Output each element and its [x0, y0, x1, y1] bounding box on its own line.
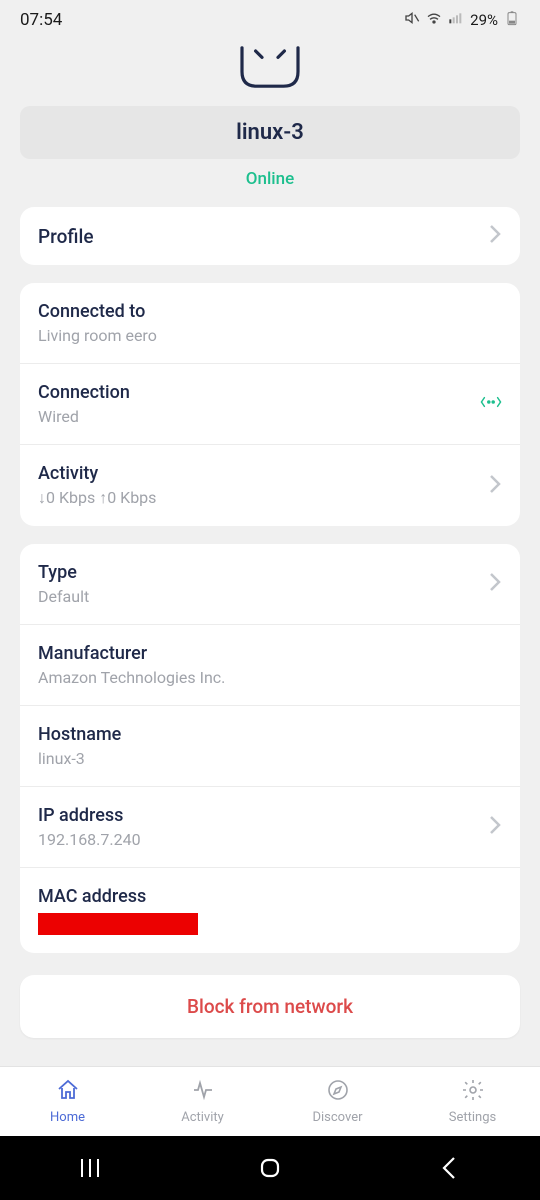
activity-row[interactable]: Activity ↓0 Kbps ↑0 Kbps [20, 445, 520, 526]
home-icon [55, 1078, 81, 1106]
battery-icon [504, 10, 520, 30]
device-avatar-icon [20, 42, 520, 92]
connection-label: Connection [38, 382, 480, 403]
manufacturer-row: Manufacturer Amazon Technologies Inc. [20, 625, 520, 706]
chevron-right-icon [488, 572, 502, 596]
type-value: Default [38, 587, 488, 606]
android-nav-bar [0, 1136, 540, 1200]
hostname-value: linux-3 [38, 749, 502, 768]
hostname-label: Hostname [38, 724, 502, 745]
battery-text: 29% [470, 11, 498, 29]
chevron-right-icon [488, 474, 502, 498]
activity-value: ↓0 Kbps ↑0 Kbps [38, 488, 488, 508]
nav-discover-label: Discover [312, 1110, 362, 1125]
connection-row: Connection Wired [20, 364, 520, 445]
connected-to-label: Connected to [38, 301, 502, 322]
profile-label: Profile [38, 225, 488, 248]
ip-value: 192.168.7.240 [38, 830, 488, 849]
profile-card: Profile [20, 207, 520, 265]
connection-value: Wired [38, 407, 480, 426]
details-card: Type Default Manufacturer Amazon Technol… [20, 544, 520, 953]
status-indicators: 29% [404, 10, 520, 30]
chevron-right-icon [488, 815, 502, 839]
type-label: Type [38, 562, 488, 583]
ip-row[interactable]: IP address 192.168.7.240 [20, 787, 520, 868]
connection-card: Connected to Living room eero Connection… [20, 283, 520, 526]
mac-value-redacted [38, 913, 198, 935]
hostname-row: Hostname linux-3 [20, 706, 520, 787]
settings-icon [460, 1078, 486, 1106]
nav-discover[interactable]: Discover [270, 1067, 405, 1136]
chevron-right-icon [488, 224, 502, 248]
type-row[interactable]: Type Default [20, 544, 520, 625]
profile-row[interactable]: Profile [20, 207, 520, 265]
block-from-network-button[interactable]: Block from network [20, 975, 520, 1038]
ip-label: IP address [38, 805, 488, 826]
mac-label: MAC address [38, 886, 502, 907]
manufacturer-label: Manufacturer [38, 643, 502, 664]
nav-settings[interactable]: Settings [405, 1067, 540, 1136]
signal-icon [448, 10, 464, 30]
discover-icon [325, 1078, 351, 1106]
wired-connection-icon [480, 394, 502, 414]
nav-activity[interactable]: Activity [135, 1067, 270, 1136]
android-recents-button[interactable] [50, 1154, 130, 1182]
nav-home-label: Home [50, 1110, 85, 1125]
connected-to-row: Connected to Living room eero [20, 283, 520, 364]
android-home-button[interactable] [230, 1154, 310, 1182]
status-bar: 07:54 29% [0, 0, 540, 36]
mac-row: MAC address [20, 868, 520, 953]
wifi-icon [426, 10, 442, 30]
activity-label: Activity [38, 463, 488, 484]
activity-icon [190, 1078, 216, 1106]
android-back-button[interactable] [410, 1154, 490, 1182]
nav-settings-label: Settings [449, 1110, 496, 1125]
status-time: 07:54 [20, 10, 62, 30]
connected-to-value: Living room eero [38, 326, 502, 345]
mute-icon [404, 10, 420, 30]
device-status: Online [20, 169, 520, 189]
bottom-nav: Home Activity Discover Settings [0, 1066, 540, 1136]
nav-activity-label: Activity [181, 1110, 224, 1125]
device-name[interactable]: linux-3 [20, 106, 520, 159]
nav-home[interactable]: Home [0, 1067, 135, 1136]
manufacturer-value: Amazon Technologies Inc. [38, 668, 502, 687]
